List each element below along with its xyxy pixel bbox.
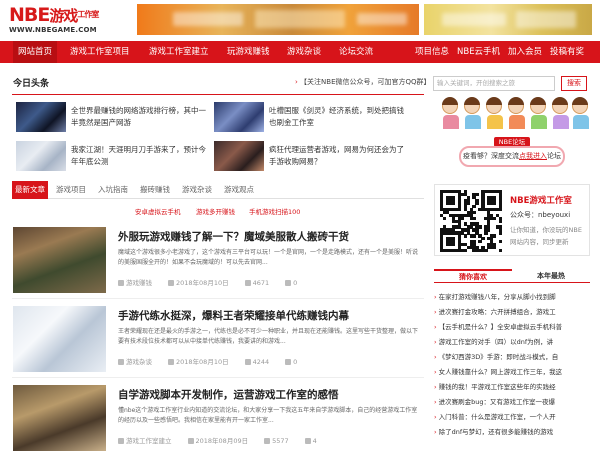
article-item[interactable]: 自学游戏脚本开发制作，运营游戏工作室的感悟 懂nbe这个游戏工作室行业内知道的交… [13,385,425,453]
article-title[interactable]: 自学游戏脚本开发制作，运营游戏工作室的感悟 [118,387,339,402]
headline-item[interactable]: 吐槽国服《剑灵》经济系统，到处把搞钱也刷金工作室 [214,102,410,132]
ad-banner-1[interactable] [137,4,419,35]
tab-projects[interactable]: 游戏项目 [56,181,86,199]
eye-icon [244,280,251,286]
qr-code [440,190,503,253]
article-meta: 游戏杂谈 2018年08月10日 4244 0 [118,356,313,366]
headline-item[interactable]: 疯狂代理运营者游戏，网易为何还会为了手游收购网易？ [214,141,410,171]
nav-earn[interactable]: 玩游戏赚钱 [227,41,270,63]
category-icon [118,359,124,365]
nav-project-info[interactable]: 项目信息 [415,41,449,63]
clock-icon [187,438,194,444]
headline-item[interactable]: 全世界最赚钱的网络游戏排行榜，其中一半竟然是国产网游 [16,102,212,132]
eye-icon [264,438,271,444]
tab-earn[interactable]: 搬砖赚钱 [140,181,170,199]
article-thumb[interactable] [13,306,106,372]
divider [12,298,424,299]
article-thumb[interactable] [13,385,106,451]
rank-item[interactable]: › 游戏工作室的对手（四）以dnf为例，讲 [434,336,590,348]
rank-item[interactable]: › 进次赛刷金bug：又有游戏工作室一夜爆 [434,396,590,408]
nav-forum[interactable]: 论坛交流 [339,41,373,63]
tab-guess[interactable]: 猜你喜欢 [434,269,512,283]
tab-hot-year[interactable]: 本年最热 [512,269,590,283]
tab-guide[interactable]: 入坑指南 [98,181,128,199]
nav-home[interactable]: 网站首页 [13,41,58,63]
nav-join[interactable]: 加入会员 [508,41,542,63]
clock-icon [168,359,174,365]
sub-link[interactable]: 游戏多开赚钱 [196,206,235,216]
divider [12,94,424,95]
article-title[interactable]: 手游代练水挺深，爆料王者荣耀接单代练赚钱内幕 [118,308,349,323]
notice-text[interactable]: › 【关注NBE微信公众号，可加官方QQ群】 [295,77,431,87]
tab-talk[interactable]: 游戏杂谈 [182,181,212,199]
forum-bubble[interactable]: 疫看够？深度交流点我进入论坛 [459,146,565,167]
site-logo[interactable]: NBE游戏工作室 WWW.NBEGAME.COM [9,3,133,37]
search-input[interactable]: 输入关键词，开创搜索之旅 [433,76,555,91]
rank-item[interactable]: › 《梦幻西游3D》手游：即时战斗模式，自 [434,351,590,363]
ad-banner-2[interactable] [424,4,592,35]
article-desc: 魔域这个游戏很多小老游戏了，这个游戏有三平台可以玩！一个是官网，一个是走路模式，… [118,249,419,266]
rank-item[interactable]: › 赚钱的我！平游戏工作室这些年的实践经 [434,381,590,393]
headline-title: 今日头条 [13,79,50,89]
nav-build[interactable]: 游戏工作室建立 [149,41,209,63]
rank-item[interactable]: › 入门科普：什么是游戏工作室，一个人开 [434,411,590,423]
article-thumb[interactable] [13,227,106,293]
search-button[interactable]: 搜索 [561,76,587,91]
headline-thumb[interactable] [16,141,66,171]
tab-latest[interactable]: 最新文章 [12,181,48,199]
article-meta: 游戏赚钱 2018年08月10日 4671 0 [118,277,313,287]
article-item[interactable]: 外服玩游戏赚钱了解一下？魔域美服散人搬砖干货 魔域这个游戏很多小老游戏了，这个游… [13,227,425,295]
divider [12,377,424,378]
headline-item[interactable]: 我家江湖！天涯明月刀手游来了，预计今年年底公测 [16,141,212,171]
kid-illustration [442,97,459,129]
wechat-box: NBE游戏工作室 公众号：nbeyouxi 让你知道，你没玩的NBE 网站内容，… [434,184,590,256]
sub-link[interactable]: 安卓虚拟云手机 [135,206,181,216]
comment-icon [304,438,311,444]
rank-item[interactable]: › 【云手机是什么？】全安卓虚拟云手机科普 [434,321,590,333]
comment-icon [285,280,292,286]
nav-submit[interactable]: 投稿有奖 [550,41,584,63]
rank-item[interactable]: › 女人赚钱靠什么？网上游戏工作三年，我这 [434,366,590,378]
comment-icon [285,359,292,365]
kid-illustration [530,97,547,129]
kid-illustration [572,97,589,129]
kid-illustration [508,97,525,129]
article-desc: 王者荣耀现在还是最火的手游之一，代练也是必不可少一种职业，并且现在还能赚钱。这里… [118,328,419,345]
forum-banner[interactable]: NBE论坛 疫看够？深度交流点我进入论坛 [434,96,590,180]
sub-link[interactable]: 手机游戏扫描100 [249,206,300,216]
eye-icon [244,359,251,365]
headline-thumb[interactable] [16,102,66,132]
article-desc: 懂nbe这个游戏工作室行业内知道的交流论坛，和大家分享一下我这五年来自学游戏脚本… [118,407,418,424]
kid-illustration [552,97,569,129]
article-title[interactable]: 外服玩游戏赚钱了解一下？魔域美服散人搬砖干货 [118,229,349,244]
nav-projects[interactable]: 游戏工作室项目 [70,41,130,63]
category-icon [118,438,124,444]
site-header: NBE游戏工作室 WWW.NBEGAME.COM [0,0,600,40]
article-item[interactable]: 手游代练水挺深，爆料王者荣耀接单代练赚钱内幕 王者荣耀现在还是最火的手游之一，代… [13,306,425,374]
nav-talk[interactable]: 游戏杂谈 [287,41,321,63]
kid-illustration [464,97,481,129]
nav-cloud-phone[interactable]: NBE云手机 [457,41,500,63]
headline-thumb[interactable] [214,141,264,171]
headline-thumb[interactable] [214,102,264,132]
rank-item[interactable]: › 除了dnf与梦幻，还有很多能赚钱的游戏 [434,426,590,438]
clock-icon [168,280,174,286]
article-tabs: 最新文章 游戏项目 入坑指南 搬砖赚钱 游戏杂谈 游戏观点 [12,181,424,199]
main-nav: 网站首页 游戏工作室项目 游戏工作室建立 玩游戏赚钱 游戏杂谈 论坛交流 项目信… [0,41,600,63]
rank-item[interactable]: › 在家打游戏赚钱八年，分享从脚小找到脚 [434,291,590,303]
kid-illustration [486,97,503,129]
rank-tabs: 猜你喜欢 本年最热 [434,269,590,283]
tab-opinion[interactable]: 游戏观点 [224,181,254,199]
category-icon [118,280,124,286]
rank-item[interactable]: › 进次赛打金攻略：六开拼搏组合，游戏工 [434,306,590,318]
